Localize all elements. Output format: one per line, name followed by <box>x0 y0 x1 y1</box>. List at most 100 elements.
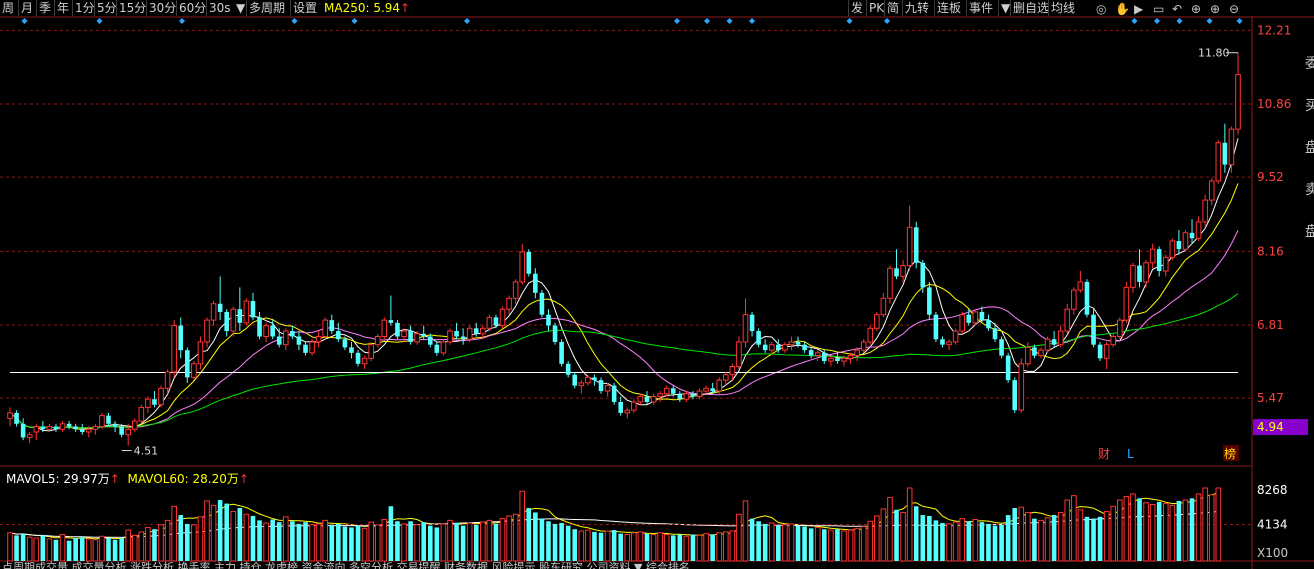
candle <box>355 350 361 367</box>
candle <box>1195 216 1202 241</box>
volume-bar <box>92 539 99 562</box>
period-3[interactable]: 年 <box>54 0 71 16</box>
volume-bar <box>624 534 631 562</box>
period-7[interactable]: 30分 <box>146 0 178 16</box>
volume-bar <box>506 515 512 562</box>
event-markers: 11.804.51 财 L 榜委买盘卖盘点周期成交量 成交量分析 涨跌分析 换手率 主… <box>2 18 1314 569</box>
candle <box>1156 246 1162 277</box>
candle <box>349 341 354 359</box>
candle <box>361 355 368 370</box>
period-8[interactable]: 60分 <box>176 0 208 16</box>
volume-bar <box>191 524 197 562</box>
volume-bar <box>887 496 893 562</box>
candle <box>1005 352 1011 383</box>
candle <box>592 374 597 386</box>
candle <box>460 328 466 345</box>
event-diamond <box>291 18 298 24</box>
candle <box>434 341 440 356</box>
candle <box>1143 260 1149 288</box>
rank-marker[interactable]: 榜 <box>1224 446 1236 461</box>
candle <box>185 347 190 383</box>
candle <box>368 341 374 362</box>
volume-bar <box>696 534 703 562</box>
candle <box>1215 140 1222 184</box>
candle <box>946 339 952 351</box>
volume-bar <box>73 538 78 561</box>
volume-bar <box>473 524 479 561</box>
volume-bar <box>650 534 657 562</box>
toolbar-item-7[interactable]: 删自选 <box>1010 0 1051 16</box>
event-diamond <box>96 18 103 24</box>
period-2[interactable]: 季 <box>36 0 53 16</box>
toolbar-item-4[interactable]: 连板 <box>934 0 963 16</box>
volume-bar <box>276 522 282 561</box>
candle <box>66 421 72 430</box>
candle <box>604 382 611 397</box>
volume-bar <box>927 515 932 561</box>
candle <box>972 309 979 326</box>
volume-bar <box>835 529 840 561</box>
settings-button[interactable]: 设置 <box>290 0 319 16</box>
crosshair-icon[interactable]: ⊕ <box>1191 1 1201 17</box>
candle <box>466 325 473 342</box>
toolbar-item-0[interactable]: 发 <box>848 0 865 16</box>
volume-bar <box>290 521 295 561</box>
candle <box>283 328 289 351</box>
volume-bar <box>33 537 40 562</box>
candle <box>986 314 991 332</box>
finance-marker[interactable]: 财 <box>1098 447 1110 461</box>
bottom-tab-strip[interactable]: 点周期成交量 成交量分析 涨跌分析 换手率 主力 持仓 龙虎榜 资金流向 多空分… <box>2 560 690 569</box>
undo-icon[interactable]: ↶ <box>1172 1 1182 17</box>
hand-icon[interactable]: ✋ <box>1115 1 1130 17</box>
y-tick-label: 8.16 <box>1257 244 1284 258</box>
period-5[interactable]: 5分 <box>94 0 119 16</box>
volume-bar <box>395 521 400 561</box>
candle <box>73 423 78 432</box>
period-4[interactable]: 1分 <box>72 0 97 16</box>
volume-bar <box>329 524 335 561</box>
period-9[interactable]: 30s <box>206 0 233 16</box>
candle <box>1235 52 1241 135</box>
candle <box>756 328 761 348</box>
candle <box>1012 377 1018 413</box>
toolbar-item-8[interactable]: 均线 <box>1048 0 1077 16</box>
candle <box>395 320 400 340</box>
toolbar-item-2[interactable]: 简 <box>884 0 901 16</box>
zoom-in-icon[interactable]: ⊕ <box>1210 1 1220 17</box>
volume-bar <box>611 530 617 561</box>
volume-bar <box>1064 499 1071 562</box>
volume-bar <box>716 532 723 562</box>
candle <box>138 404 145 424</box>
toolbar-item-5[interactable]: 事件 <box>966 0 995 16</box>
price-axis: 12.21 10.86 9.52 8.16 6.81 5.47 4.94 8268 4134 X1… <box>1253 23 1308 560</box>
l-marker[interactable]: L <box>1127 447 1134 461</box>
candle <box>552 322 558 345</box>
toolbar-item-3[interactable]: 九转 <box>902 0 931 16</box>
candle <box>1051 331 1057 348</box>
period-6[interactable]: 15分 <box>116 0 148 16</box>
volume-bar <box>303 522 308 561</box>
candle <box>808 347 814 359</box>
event-diamond <box>464 18 470 24</box>
candle <box>952 328 959 345</box>
candle <box>716 377 723 394</box>
candle <box>296 331 302 351</box>
volume-bar <box>670 535 676 561</box>
candle <box>53 423 59 432</box>
eye-icon[interactable]: ◎ <box>1096 1 1106 17</box>
volume-bar <box>237 508 243 561</box>
volume-bar <box>26 536 33 562</box>
volume-bar <box>722 531 729 562</box>
period-0[interactable]: 周 <box>0 0 16 16</box>
multi-period-button[interactable]: 多周期 <box>246 0 287 16</box>
candle <box>1025 341 1031 367</box>
volume-bar <box>388 506 394 561</box>
high-label: 11.80 <box>1198 47 1230 60</box>
period-1[interactable]: 月 <box>18 0 35 16</box>
zoom-out-icon[interactable]: ⊖ <box>1229 1 1239 17</box>
box-icon[interactable]: ▭ <box>1153 1 1164 17</box>
volume-bar <box>802 526 807 561</box>
candle <box>742 298 749 348</box>
volume-bar <box>578 530 585 562</box>
play-icon[interactable]: ▶ <box>1134 1 1143 17</box>
